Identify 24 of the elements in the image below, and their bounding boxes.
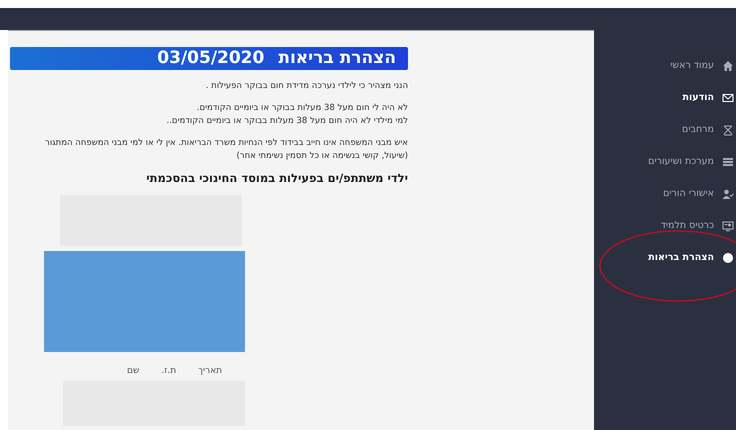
column-header: תאריך xyxy=(198,365,222,378)
envelope-icon xyxy=(722,92,734,104)
column-header: שם xyxy=(127,365,140,378)
sidebar-item[interactable]: מרחבים xyxy=(594,114,736,146)
paragraph-line: איש מבני המשפחה אינו חייב בבידוד לפי הנחיות משרד הבריאות. אין לי או למי מבני המשפחה המתגור xyxy=(44,137,408,150)
section-heading: ילדי משתתפ/ים בפעילות במוסד החינוכי בהסכמתי xyxy=(145,170,408,187)
person-check-icon xyxy=(722,188,734,200)
page-title: הצהרת בריאות xyxy=(278,48,396,68)
page-date: 03/05/2020 xyxy=(157,48,264,68)
column-header: ת.ז. xyxy=(161,365,176,378)
circle-icon xyxy=(722,252,734,264)
paragraph-line: הנני מצהיר כי לילדי נערכה מדידת חום בבוקר הפעילות . xyxy=(204,80,408,93)
sidebar-item[interactable]: מערכת ושיעורים xyxy=(594,146,736,178)
id-card-icon xyxy=(722,220,734,232)
paragraph-line: לא היה לי חום מעל 38 מעלות בבוקר או ביומיים הקודמים. xyxy=(196,102,408,115)
list-icon xyxy=(722,156,734,168)
sidebar-item[interactable]: הצהרת בריאות xyxy=(594,242,736,274)
paragraph-line: למי מילדי לא היה חום מעל 38 מעלות בבוקר או ביומיים הקודמים.. xyxy=(166,115,408,128)
home-icon xyxy=(722,60,734,72)
sidebar-item[interactable]: כרטיס תלמיד xyxy=(594,210,736,242)
paragraph-line: (שיעול, קושי בנשימה או כל תסמין נשימתי אחר) xyxy=(235,150,408,163)
sidebar-item[interactable]: הודעות xyxy=(594,82,736,114)
sidebar-item[interactable]: עמוד ראשי xyxy=(594,50,736,82)
sidebar-item[interactable]: אישורי הורים xyxy=(594,178,736,210)
